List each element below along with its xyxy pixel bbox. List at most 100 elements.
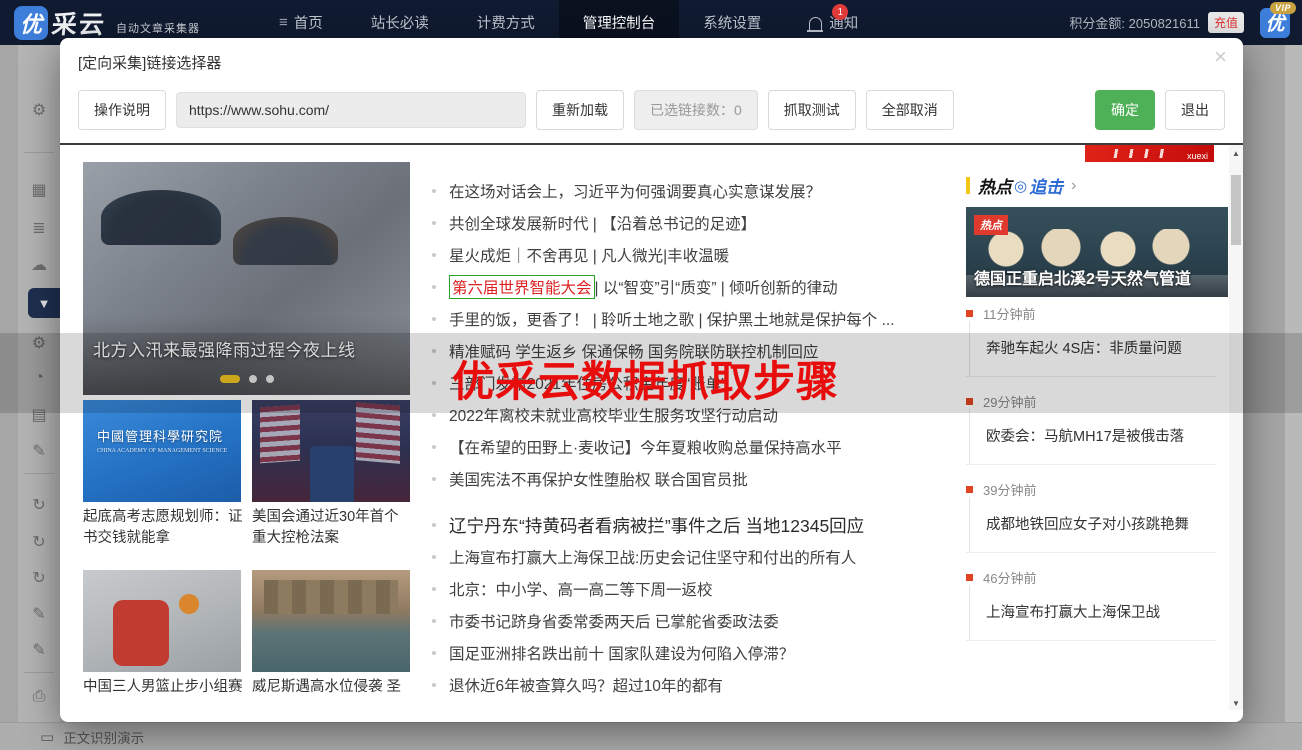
headline-link[interactable]: 精准赋码 学生返乡 保通保畅 国务院联防联控机制回应 — [432, 335, 952, 367]
hot-item[interactable]: 46分钟前 上海宣布打赢大上海保卫战 — [966, 569, 1216, 641]
refresh-icon[interactable]: ↻ — [18, 532, 60, 552]
close-icon[interactable]: × — [1214, 46, 1227, 68]
thumb-caption[interactable]: 中国三人男篮止步小组赛 — [83, 677, 243, 698]
thumb-image-basketball[interactable] — [83, 570, 241, 672]
refresh-icon[interactable]: ↻ — [18, 568, 60, 588]
chevron-right-icon[interactable]: › — [1071, 177, 1076, 195]
thumb-image-venice[interactable] — [252, 570, 410, 672]
hot-title-black: 热点 — [978, 173, 1012, 198]
thumb-caption[interactable]: 起底高考志愿规划师：证书交钱就能拿 — [83, 507, 243, 549]
sidebar-divider — [24, 672, 54, 673]
headline-link[interactable]: 2022年离校未就业高校毕业生服务攻坚行动启动 — [432, 399, 952, 431]
sidebar-item-selected[interactable]: ▼ — [28, 288, 60, 318]
hot-item[interactable]: 29分钟前 欧委会：马航MH17是被俄击落 — [966, 393, 1216, 465]
url-input[interactable] — [176, 92, 526, 128]
chart-icon[interactable]: ▦ — [18, 180, 60, 200]
headline-link[interactable]: 市委书记跻身省委常委两天后 已掌舵省委政法委 — [432, 605, 952, 637]
podium-shape — [310, 446, 354, 502]
scrollbar-thumb[interactable] — [1231, 175, 1241, 245]
carousel-dots — [83, 375, 410, 383]
thumb-caption[interactable]: 美国会通过近30年首个重大控枪法案 — [252, 507, 412, 549]
carousel-dot-active[interactable] — [220, 375, 240, 383]
selected-link-highlight: 第六届世界智能大会 — [449, 275, 595, 299]
gear-small-icon[interactable]: ⚙ — [18, 333, 60, 353]
target-icon: ◎ — [1014, 177, 1027, 195]
scroll-down-icon[interactable]: ▼ — [1229, 699, 1243, 708]
vip-avatar[interactable]: 优 VIP — [1260, 8, 1290, 38]
hot-image[interactable]: 热点 德国正重启北溪2号天然气管道 — [966, 207, 1228, 297]
database-icon[interactable]: ▤ — [18, 405, 60, 425]
headline-link[interactable]: 辽宁丹东“持黄码者看病被拦”事件之后 当地12345回应 — [432, 509, 952, 541]
embedded-page: xuexi 北方入汛来最强降雨过程今夜上线 中國管理科學研究院CHINA ACA… — [60, 143, 1243, 710]
funnel-icon: ▼ — [38, 296, 51, 311]
sidebar-divider — [24, 152, 54, 153]
headline-link[interactable]: 在这场对话会上，习近平为何强调要真心实意谋发展？ — [432, 175, 952, 207]
headline-link[interactable]: 国足亚洲排名跌出前十 国家队建设为何陷入停滞？ — [432, 637, 952, 669]
bottom-strip: ▭ 正文识别演示 — [0, 722, 1302, 750]
hot-item-text[interactable]: 奔驰车起火 4S店：非质量问题 — [986, 337, 1216, 358]
hot-item[interactable]: 11分钟前 奔驰车起火 4S店：非质量问题 — [966, 305, 1216, 377]
refresh-icon[interactable]: ↻ — [18, 495, 60, 515]
edit-icon[interactable]: ✎ — [18, 441, 60, 461]
yellow-bar-icon — [966, 177, 970, 194]
hot-item-list: 11分钟前 奔驰车起火 4S店：非质量问题 29分钟前 欧委会：马航MH17是被… — [966, 305, 1216, 657]
page-scrollbar[interactable] — [1285, 45, 1302, 750]
headline-link[interactable]: 星火成炬｜不舍再见 | 凡人微光|丰收温暖 — [432, 239, 952, 271]
reload-button[interactable]: 重新加载 — [536, 90, 624, 130]
hot-image-caption[interactable]: 德国正重启北溪2号天然气管道 — [974, 265, 1191, 289]
sidebar-strip: ⚙ ▦ ≣ ☁ ⚙ ◔ ▤ ✎ ↻ ↻ ↻ ✎ ✎ ⎙ — [18, 45, 60, 750]
recharge-button[interactable]: 充值 — [1208, 12, 1244, 33]
xuexi-banner[interactable]: xuexi — [1085, 145, 1214, 162]
hot-pursuit-header[interactable]: 热点 ◎ 追击 › — [966, 173, 1076, 198]
hot-badge: 热点 — [974, 215, 1008, 235]
app-logo-text: 采云 — [50, 5, 108, 41]
capture-test-button[interactable]: 抓取测试 — [768, 90, 856, 130]
scroll-up-icon[interactable]: ▲ — [1229, 149, 1243, 158]
confirm-button[interactable]: 确定 — [1095, 90, 1155, 130]
exit-button[interactable]: 退出 — [1165, 90, 1225, 130]
nav-console-label: 管理控制台 — [583, 12, 656, 33]
edit-icon[interactable]: ✎ — [18, 640, 60, 660]
headline-link[interactable]: 【在希望的田野上·麦收记】今年夏粮收购总量保持高水平 — [432, 431, 952, 463]
thumb-image-congress[interactable] — [252, 400, 410, 502]
thumb-image-academy[interactable]: 中國管理科學研究院CHINA ACADEMY OF MANAGEMENT SCI… — [83, 400, 241, 502]
headline-link[interactable]: 美国宪法不再保护女性堕胎权 联合国官员批 — [432, 463, 952, 495]
xuexi-banner-text: xuexi — [1187, 151, 1208, 161]
carousel-dot[interactable] — [249, 375, 257, 383]
cancel-all-button[interactable]: 全部取消 — [866, 90, 954, 130]
bell-icon — [809, 17, 822, 30]
hot-item-text[interactable]: 成都地铁回应女子对小孩跳艳舞 — [986, 513, 1216, 534]
headline-link[interactable]: 退休近6年被查算久吗？超过10年的都有 — [432, 669, 952, 701]
cloud-upload-icon[interactable]: ☁ — [18, 255, 60, 275]
carousel-image[interactable]: 北方入汛来最强降雨过程今夜上线 — [83, 162, 410, 395]
headline-link[interactable]: 共创全球发展新时代 | 【沿着总书记的足迹】 — [432, 207, 952, 239]
sidebar-item-demo[interactable]: ▭ 正文识别演示 — [40, 727, 144, 747]
modal-title: [定向采集]链接选择器 — [78, 52, 221, 73]
nav-must-read-label: 站长必读 — [371, 12, 429, 33]
demo-label: 正文识别演示 — [63, 727, 144, 747]
headline-link[interactable]: 三部门发布2021年住房公积金年度“账单” — [432, 367, 952, 399]
hot-item-text[interactable]: 上海宣布打赢大上海保卫战 — [986, 601, 1216, 622]
hot-item-text[interactable]: 欧委会：马航MH17是被俄击落 — [986, 425, 1216, 446]
gas-spheres-shape — [966, 229, 1228, 269]
nav-settings-label: 系统设置 — [703, 12, 761, 33]
content-scrollbar[interactable]: ▲ ▼ — [1229, 145, 1243, 710]
carousel-dot[interactable] — [266, 375, 274, 383]
hot-item[interactable]: 39分钟前 成都地铁回应女子对小孩跳艳舞 — [966, 481, 1216, 553]
headline-link[interactable]: 北京：中小学、高一高二等下周一返校 — [432, 573, 952, 605]
headline-link[interactable]: 上海宣布打赢大上海保卫战:历史会记住坚守和付出的所有人 — [432, 541, 952, 573]
points-balance: 积分金额: 2050821611 — [1069, 13, 1200, 32]
selected-count-badge: 已选链接数：0 — [634, 90, 758, 130]
help-button[interactable]: 操作说明 — [78, 90, 166, 130]
carousel-caption[interactable]: 北方入汛来最强降雨过程今夜上线 — [93, 336, 356, 361]
link-selector-modal: [定向采集]链接选择器 × 操作说明 重新加载 已选链接数：0 抓取测试 全部取… — [60, 38, 1243, 722]
list-icon[interactable]: ≣ — [18, 218, 60, 238]
headline-link-selected[interactable]: 第六届世界智能大会 | 以“智变”引“质变” | 倾听创新的律动 — [432, 271, 952, 303]
menu-icon: ≡ — [279, 14, 288, 31]
gear-icon[interactable]: ⚙ — [18, 100, 60, 120]
edit-icon[interactable]: ✎ — [18, 604, 60, 624]
thumb-caption[interactable]: 威尼斯遇高水位侵袭 圣 — [252, 677, 412, 698]
headline-link[interactable]: 手里的饭，更香了！ | 聆听土地之歌 | 保护黑土地就是保护每个 ... — [432, 303, 952, 335]
clock-icon[interactable]: ◔ — [18, 369, 60, 387]
printer-icon[interactable]: ⎙ — [18, 688, 60, 706]
